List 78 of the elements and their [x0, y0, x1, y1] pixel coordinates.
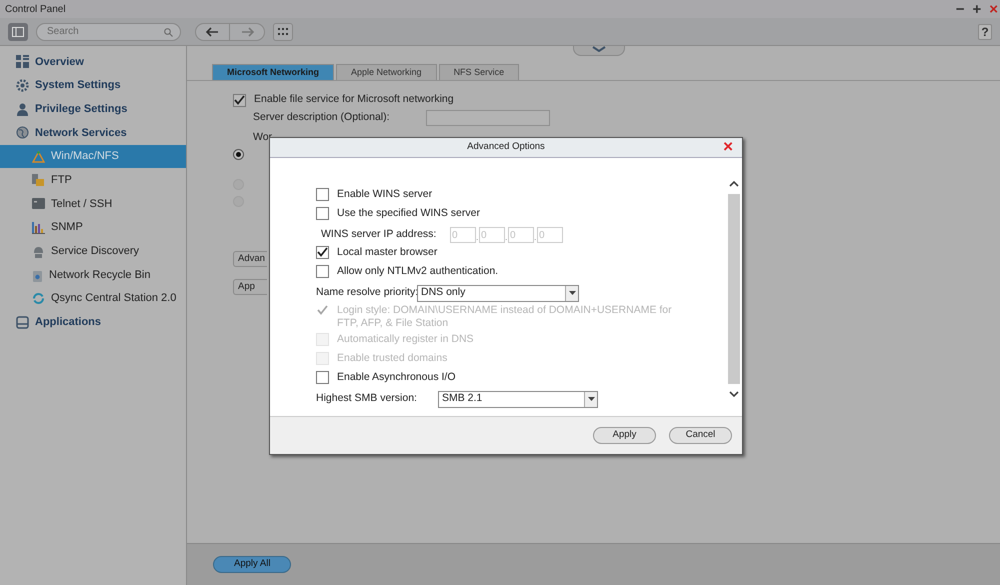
left-arrow-icon	[204, 26, 221, 36]
checkbox-label: Login style: DOMAIN\USERNAME instead of DOMAIN+USERNAME for FTP, AFP, & File Station	[337, 302, 673, 331]
checkbox[interactable]	[316, 371, 329, 384]
drive-icon	[16, 316, 29, 329]
form-button[interactable]: App	[233, 279, 267, 295]
dialog-button[interactable]: Apply	[593, 427, 656, 444]
sidebar-item[interactable]: Overview	[0, 50, 186, 74]
sidebar-toggle-button[interactable]	[8, 22, 28, 40]
maximize-button[interactable]: +	[972, 2, 982, 16]
sidebar-item[interactable]: Network Services	[0, 121, 186, 145]
grid-icon	[16, 55, 29, 68]
close-button[interactable]: ×	[723, 138, 733, 155]
checkbox-label: Enable trusted domains	[337, 351, 448, 366]
sidebar-item[interactable]: Network Recycle Bin	[0, 263, 186, 287]
field-label: Server description (Optional):	[253, 110, 391, 126]
tab[interactable]: NFS Service	[438, 64, 520, 80]
field-label: WINS server IP address:	[321, 227, 438, 242]
window-title: Control Panel	[5, 2, 66, 16]
select-field[interactable]: DNS only	[417, 284, 579, 302]
scroll-down-icon[interactable]	[729, 389, 739, 399]
sync-icon	[32, 292, 45, 306]
separator: .	[476, 231, 479, 244]
checkbox[interactable]	[316, 207, 329, 220]
sidebar-item[interactable]: Privilege Settings	[0, 97, 186, 122]
checkbox-label: Enable Asynchronous I/O	[337, 370, 456, 385]
globe-icon	[16, 126, 29, 140]
sidebar-panel-icon	[12, 26, 24, 36]
terminal-icon	[32, 198, 45, 210]
bell-icon	[32, 244, 45, 258]
description-field[interactable]	[426, 110, 550, 126]
sidebar-item[interactable]: FTP	[0, 168, 186, 192]
separator: .	[534, 231, 537, 244]
dropdown-caret-icon	[565, 286, 578, 301]
checkbox-label: Use the specified WINS server	[337, 206, 481, 221]
sidebar-item[interactable]: System Settings	[0, 74, 186, 98]
folder-icon	[32, 174, 45, 186]
checkbox-label: Allow only NTLMv2 authentication.	[337, 264, 500, 279]
checkbox-label: Automatically register in DNS	[337, 332, 475, 346]
dialog-title: Advanced Options	[467, 140, 545, 154]
apps-grid-button[interactable]	[273, 22, 293, 40]
scrollbar-thumb[interactable]	[728, 194, 740, 384]
sidebar-item[interactable]: Qsync Central Station 2.0	[0, 286, 186, 311]
checkbox-label: Enable file service for Microsoft networking	[254, 92, 454, 108]
sidebar-item[interactable]: SNMP	[0, 216, 186, 240]
tab[interactable]: Microsoft Networking	[212, 64, 334, 80]
checkbox[interactable]	[233, 94, 246, 106]
dialog-button[interactable]: Cancel	[669, 427, 732, 444]
apply-all-button[interactable]: Apply All	[213, 556, 292, 573]
back-button[interactable]	[195, 22, 230, 40]
triangle-icon	[32, 150, 45, 163]
radio-button[interactable]	[233, 149, 244, 160]
checkbox[interactable]	[316, 265, 329, 278]
bin-icon	[32, 268, 43, 282]
sidebar-item[interactable]: Applications	[0, 310, 186, 334]
sidebar-item[interactable]: Service Discovery	[0, 240, 186, 264]
sidebar-item[interactable]: Telnet / SSH	[0, 192, 186, 216]
help-button[interactable]: ?	[978, 24, 992, 40]
grid-icon	[278, 28, 288, 35]
form-button[interactable]: Advan	[233, 251, 267, 267]
checkbox[interactable]	[316, 188, 329, 201]
search-field[interactable]: Search	[36, 22, 181, 40]
gear-icon	[16, 79, 29, 92]
tab[interactable]: Apple Networking	[336, 64, 437, 80]
checkbox-label: Local master browser	[337, 244, 438, 260]
search-icon	[164, 28, 173, 36]
collapse-handle[interactable]	[573, 46, 625, 56]
checkbox-label: Enable WINS server	[337, 187, 434, 202]
scroll-up-icon[interactable]	[729, 179, 739, 189]
checkbox[interactable]	[316, 246, 329, 259]
bar-chart-icon	[32, 222, 45, 234]
sidebar-item[interactable]: Win/Mac/NFS	[0, 144, 186, 168]
dropdown-caret-icon	[584, 392, 597, 407]
separator: .	[505, 231, 508, 244]
field-label: Name resolve priority:	[316, 285, 417, 300]
select-field[interactable]: SMB 2.1	[438, 390, 598, 408]
field-label: Highest SMB version:	[316, 391, 418, 406]
person-icon	[16, 102, 29, 116]
minimize-button[interactable]: −	[956, 2, 964, 16]
